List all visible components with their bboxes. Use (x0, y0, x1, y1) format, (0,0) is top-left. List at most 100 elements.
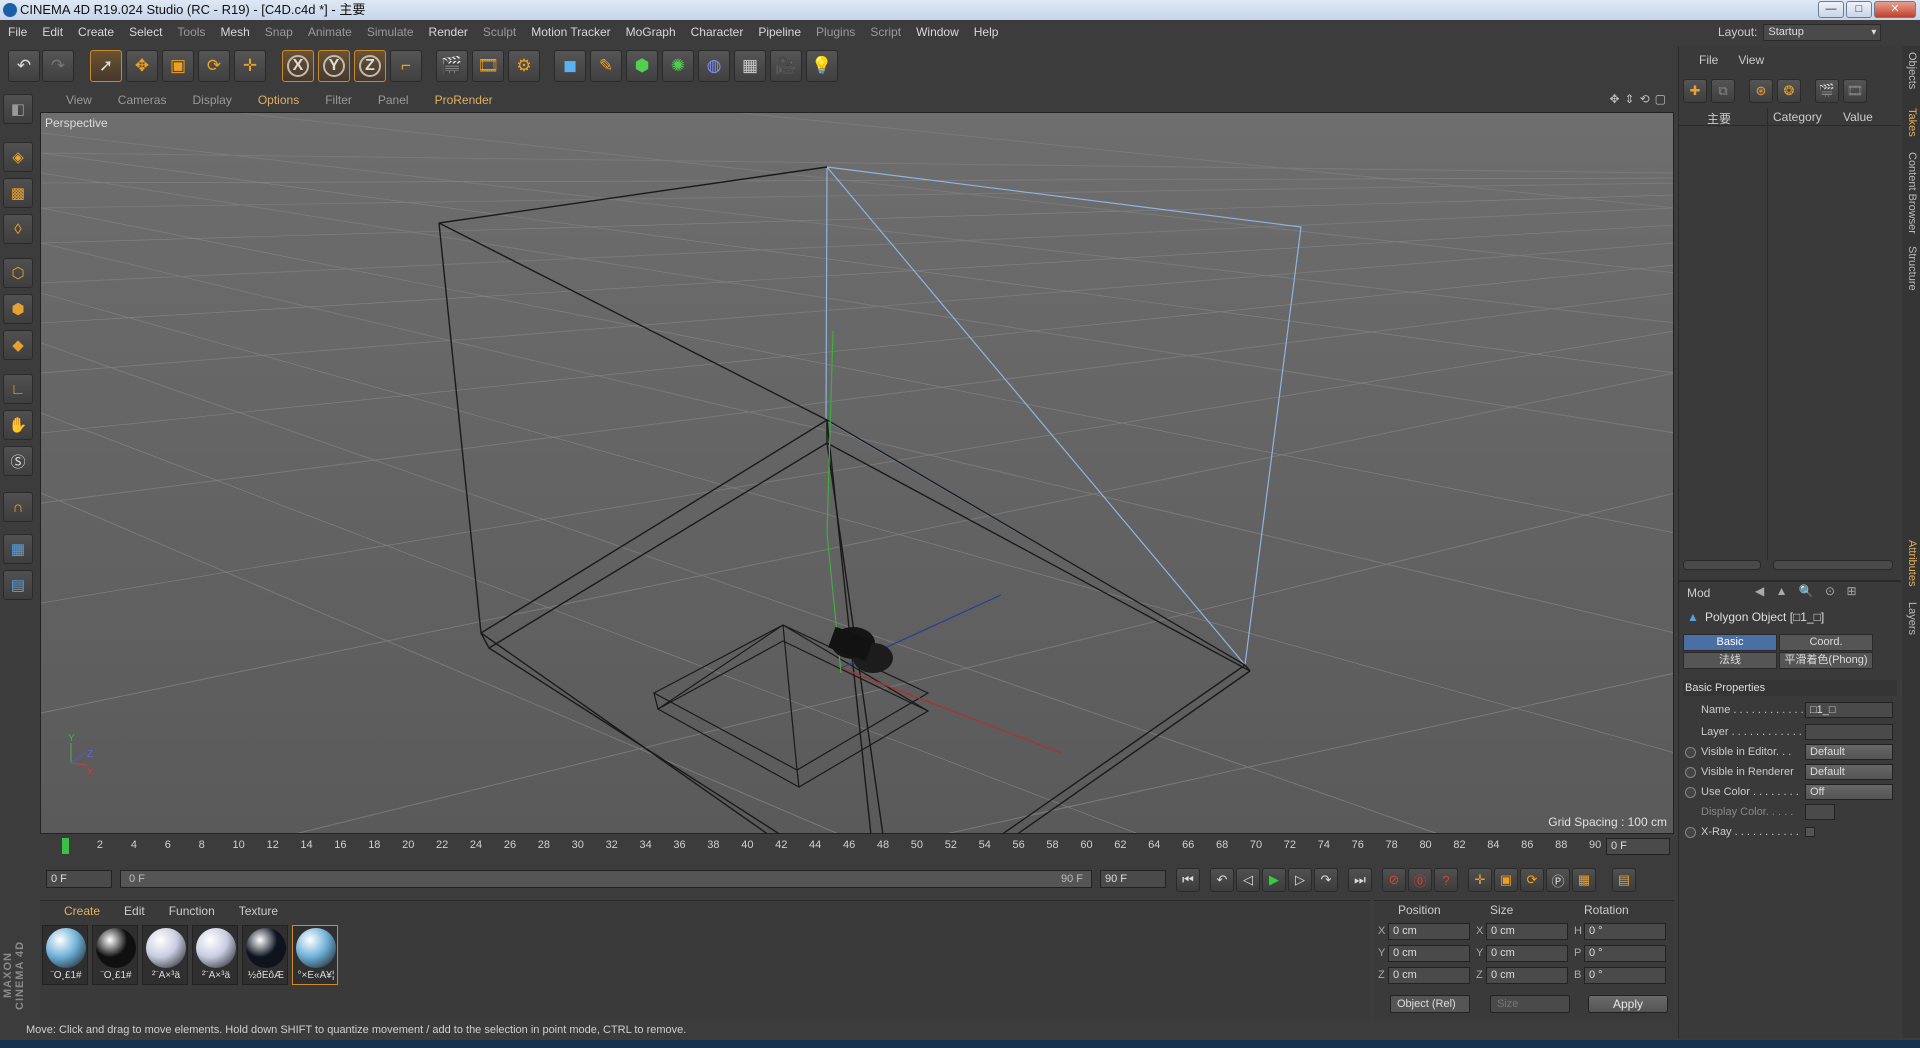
start-frame-field[interactable]: 0 F (46, 870, 112, 888)
go-to-end-icon[interactable]: ⏭ (1348, 868, 1372, 892)
model-mode-icon[interactable]: ◈ (3, 142, 33, 172)
material-swatch[interactable]: ¨O¸£1# (92, 925, 138, 985)
edges-mode-icon[interactable]: ⬢ (3, 294, 33, 324)
record-position-icon[interactable]: ✛ (1468, 868, 1492, 892)
scale-tool-icon[interactable]: ▣ (162, 50, 194, 82)
side-tab-objects[interactable]: Objects (1904, 52, 1918, 89)
left-horizontal-scrollbar[interactable] (1683, 560, 1761, 570)
solo-mode-icon[interactable]: Ⓢ (3, 446, 33, 476)
record-scale-icon[interactable]: ▣ (1494, 868, 1518, 892)
side-tab-content-browser[interactable]: Content Browser (1904, 152, 1918, 234)
material-menu-edit[interactable]: Edit (124, 904, 145, 918)
make-editable-icon[interactable]: ◧ (3, 94, 33, 124)
timeline-playhead[interactable] (62, 838, 69, 854)
render-settings-icon[interactable]: ⚙ (508, 50, 540, 82)
side-tab-takes[interactable]: Takes (1904, 108, 1918, 137)
autokeying-icon[interactable]: ⓪ (1408, 868, 1432, 892)
viewport-menu-view[interactable]: View (66, 93, 92, 107)
record-point-level-icon[interactable]: ▦ (1572, 868, 1596, 892)
tweak-mode-icon[interactable]: ✋ (3, 410, 33, 440)
record-active-icon[interactable]: ⊘ (1382, 868, 1406, 892)
maximize-view-icon[interactable]: ▢ (1655, 92, 1666, 106)
menu-create[interactable]: Create (78, 25, 114, 39)
auto-take-icon[interactable]: ⊛ (1749, 79, 1773, 103)
lock-overrides-icon[interactable]: ❂ (1777, 79, 1801, 103)
dolly-icon[interactable]: ⇕ (1625, 92, 1635, 106)
viewport-menu-cameras[interactable]: Cameras (118, 93, 167, 107)
menu-edit[interactable]: Edit (42, 25, 63, 39)
menu-mesh[interactable]: Mesh (220, 25, 249, 39)
undo-icon[interactable]: ↶ (8, 50, 40, 82)
orbit-icon[interactable]: ⟲ (1640, 92, 1650, 106)
menu-render[interactable]: Render (429, 25, 468, 39)
coordinate-value-field[interactable]: 0 ° (1584, 967, 1666, 984)
next-frame-icon[interactable]: ▷ (1288, 868, 1312, 892)
layout-dropdown[interactable]: Startup (1763, 23, 1882, 41)
redo-icon[interactable]: ↷ (42, 50, 74, 82)
pen-spline-icon[interactable]: ✎ (590, 50, 622, 82)
pan-icon[interactable]: ✥ (1609, 92, 1619, 106)
planar-workplane-icon[interactable]: ▤ (3, 570, 33, 600)
material-swatch[interactable]: ¨O¸£1# (42, 925, 88, 985)
visible-editor-radio[interactable] (1685, 747, 1696, 758)
material-swatch[interactable]: ²¨Â×³ä (142, 925, 188, 985)
x-axis-lock-button[interactable]: X (282, 50, 314, 82)
points-mode-icon[interactable]: ⬡ (3, 258, 33, 288)
select-cursor-icon[interactable]: ➚ (90, 50, 122, 82)
menu-animate[interactable]: Animate (308, 25, 352, 39)
material-menu-texture[interactable]: Texture (239, 904, 278, 918)
use-color-radio[interactable] (1685, 787, 1696, 798)
material-menu-create[interactable]: Create (64, 904, 100, 918)
side-tab-layers[interactable]: Layers (1904, 602, 1918, 635)
tab-coord[interactable]: Coord. (1779, 634, 1873, 651)
side-tab-attributes[interactable]: Attributes (1904, 540, 1918, 586)
texture-mode-icon[interactable]: ▩ (3, 178, 33, 208)
clone-take-icon[interactable]: ⧉ (1711, 79, 1735, 103)
live-select-icon[interactable]: ✛ (234, 50, 266, 82)
use-color-dropdown[interactable]: Off (1805, 784, 1893, 800)
play-forward-icon[interactable]: ▶ (1262, 868, 1286, 892)
render-take-icon[interactable]: 🎬 (1815, 79, 1839, 103)
close-button[interactable]: ✕ (1874, 1, 1916, 18)
cloner-icon[interactable]: ✺ (662, 50, 694, 82)
current-frame-field[interactable]: 0 F (1606, 838, 1670, 855)
timeline-window-icon[interactable]: ▤ (1612, 868, 1636, 892)
add-take-icon[interactable]: ✚ (1683, 79, 1707, 103)
attr-name-field[interactable]: □1_□ (1805, 702, 1893, 718)
menu-tools[interactable]: Tools (177, 25, 205, 39)
menu-simulate[interactable]: Simulate (367, 25, 414, 39)
move-tool-icon[interactable]: ✥ (126, 50, 158, 82)
keyframe-selection-icon[interactable]: ? (1434, 868, 1458, 892)
coordinate-value-field[interactable]: 0 cm (1388, 967, 1470, 984)
visible-editor-dropdown[interactable]: Default (1805, 744, 1893, 760)
menu-snap[interactable]: Snap (265, 25, 293, 39)
rotate-tool-icon[interactable]: ⟳ (198, 50, 230, 82)
coordinate-value-field[interactable]: 0 cm (1486, 967, 1568, 984)
coordinate-value-field[interactable]: 0 cm (1486, 923, 1568, 940)
viewport-menu-prorender[interactable]: ProRender (435, 93, 493, 107)
menu-window[interactable]: Window (916, 25, 959, 39)
viewport-menu-display[interactable]: Display (192, 93, 231, 107)
next-key-icon[interactable]: ↷ (1314, 868, 1338, 892)
coordinate-value-field[interactable]: 0 cm (1388, 923, 1470, 940)
coordinate-value-field[interactable]: 0 ° (1584, 945, 1666, 962)
menu-help[interactable]: Help (974, 25, 999, 39)
coordinate-mode-dropdown[interactable]: Object (Rel) (1390, 995, 1470, 1013)
go-to-start-icon[interactable]: ⏮ (1176, 868, 1200, 892)
coordinate-value-field[interactable]: 0 cm (1388, 945, 1470, 962)
cube-object-icon[interactable]: ◼ (554, 50, 586, 82)
menu-plugins[interactable]: Plugins (816, 25, 855, 39)
xray-radio[interactable] (1685, 827, 1696, 838)
3d-viewport[interactable]: Y Z X Perspective Grid Spacing : 100 cm (40, 112, 1674, 834)
lock-workplane-icon[interactable]: ▦ (3, 534, 33, 564)
render-all-takes-icon[interactable]: 🎞 (1843, 79, 1867, 103)
visible-renderer-dropdown[interactable]: Default (1805, 764, 1893, 780)
subdivision-icon[interactable]: ⬢ (626, 50, 658, 82)
light-icon[interactable]: 💡 (806, 50, 838, 82)
menu-character[interactable]: Character (691, 25, 744, 39)
material-menu-function[interactable]: Function (169, 904, 215, 918)
display-color-swatch[interactable] (1805, 804, 1835, 820)
xray-checkbox[interactable] (1805, 827, 1815, 837)
tab-phong[interactable]: 平滑着色(Phong) (1779, 652, 1873, 669)
polygons-mode-icon[interactable]: ◆ (3, 330, 33, 360)
